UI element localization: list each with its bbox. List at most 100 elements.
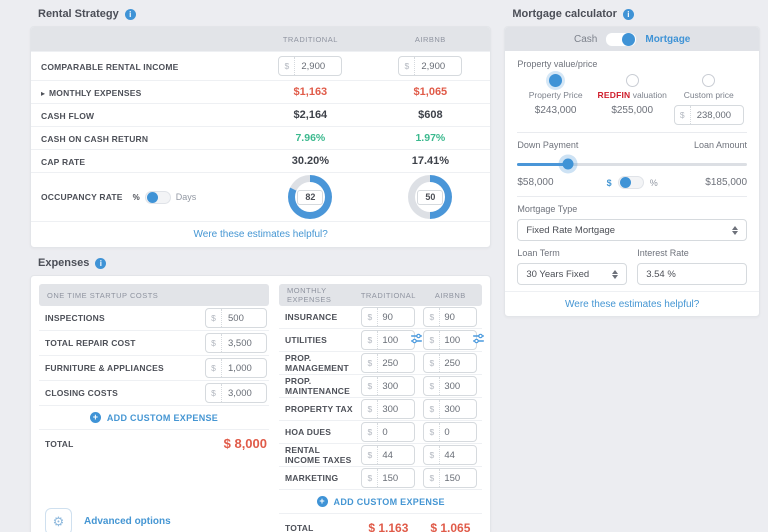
currency-prefix: $	[206, 309, 222, 327]
left-column: Rental Strategy TRADITIONAL AIRBNB COMPA…	[30, 6, 491, 532]
rental-income-airbnb-input[interactable]: $ 2,900	[398, 56, 462, 76]
expenses-title-text: Expenses	[38, 257, 89, 269]
percent-days-toggle[interactable]	[145, 191, 171, 204]
info-icon[interactable]	[125, 9, 136, 20]
radio-redfin-valuation[interactable]	[626, 74, 639, 87]
days-label: Days	[176, 192, 197, 202]
hoa-dues-traditional-input[interactable]: $0	[361, 422, 415, 442]
loan-term-select[interactable]: 30 Years Fixed	[517, 263, 627, 285]
gear-button[interactable]	[45, 508, 72, 532]
inspections-input[interactable]: $ 500	[205, 308, 267, 328]
row-label: OCCUPANCY RATE	[41, 192, 123, 202]
startup-costs-table: ONE TIME STARTUP COSTS INSPECTIONS $ 500…	[39, 284, 269, 532]
insurance-airbnb-input[interactable]: $90	[423, 307, 477, 327]
estimates-helpful-link[interactable]: Were these estimates helpful?	[565, 299, 699, 310]
mortgage-label[interactable]: Mortgage	[645, 34, 690, 45]
cash-flow-airbnb: $608	[418, 109, 442, 121]
hoa-dues-airbnb-input[interactable]: $0	[423, 422, 477, 442]
currency-prefix: $	[206, 334, 222, 352]
marketing-traditional-input[interactable]: $150	[361, 468, 415, 488]
interest-rate-input[interactable]: 3.54 %	[637, 263, 747, 285]
prop-maintenance-traditional-input[interactable]: $300	[361, 376, 415, 396]
cap-rate-traditional: 30.20%	[292, 155, 329, 167]
plus-icon	[90, 412, 101, 423]
row-label: COMPARABLE RENTAL INCOME	[41, 62, 179, 72]
table-row: FURNITURE & APPLIANCES $ 1,000	[39, 356, 269, 381]
cash-label[interactable]: Cash	[574, 34, 597, 45]
occupancy-traditional-input[interactable]: 82	[297, 190, 323, 205]
monthly-expenses-traditional: $1,163	[294, 86, 328, 98]
furniture-input[interactable]: $ 1,000	[205, 358, 267, 378]
column-header-traditional: TRADITIONAL	[250, 35, 370, 44]
column-header-traditional: TRADITIONAL	[358, 291, 418, 300]
radio-property-price[interactable]	[549, 74, 562, 87]
sliders-icon[interactable]	[473, 333, 484, 344]
occupancy-airbnb-input[interactable]: 50	[417, 190, 443, 205]
currency-prefix: $	[279, 57, 295, 75]
row-label: CASH FLOW	[41, 111, 94, 121]
marketing-airbnb-input[interactable]: $150	[423, 468, 477, 488]
estimates-helpful-link[interactable]: Were these estimates helpful?	[194, 229, 328, 240]
monthly-total-row: TOTAL $ 1,163 $ 1,065	[279, 513, 482, 532]
occupancy-row: OCCUPANCY RATE % Days 82	[31, 172, 490, 221]
property-options: Property Price $243,000 REDFIN valuation…	[517, 74, 747, 125]
table-row: RENTAL INCOME TAXES $44 $44	[279, 444, 482, 467]
loan-amount-value: $185,000	[658, 177, 747, 188]
monthly-expenses-table: MONTHLY EXPENSES TRADITIONAL AIRBNB INSU…	[279, 284, 482, 532]
rental-strategy-footer: Were these estimates helpful?	[31, 221, 490, 247]
percent-label: %	[133, 193, 140, 202]
slider-handle[interactable]	[562, 159, 573, 170]
coc-return-airbnb: 1.97%	[415, 132, 445, 144]
gear-icon	[53, 515, 65, 528]
info-icon[interactable]	[95, 258, 106, 269]
add-custom-expense-button[interactable]: ADD CUSTOM EXPENSE	[279, 490, 482, 513]
plus-icon	[317, 496, 328, 507]
table-row[interactable]: MONTHLY EXPENSES $1,163 $1,065	[31, 80, 490, 103]
dollar-unit-label[interactable]: $	[607, 178, 612, 188]
add-custom-expense-button[interactable]: ADD CUSTOM EXPENSE	[39, 406, 269, 429]
prop-management-traditional-input[interactable]: $250	[361, 353, 415, 373]
info-icon[interactable]	[623, 9, 634, 20]
utilities-traditional-input[interactable]: $100	[361, 330, 415, 350]
prop-management-airbnb-input[interactable]: $250	[423, 353, 477, 373]
mortgage-footer: Were these estimates helpful?	[505, 291, 759, 316]
rental-income-traditional-input[interactable]: $ 2,900	[278, 56, 342, 76]
prop-maintenance-airbnb-input[interactable]: $300	[423, 376, 477, 396]
percent-unit-label[interactable]: %	[650, 178, 658, 188]
rental-strategy-title: Rental Strategy	[38, 8, 491, 20]
property-tax-traditional-input[interactable]: $300	[361, 399, 415, 419]
divider	[517, 196, 747, 197]
updown-icon	[612, 270, 618, 279]
rental-taxes-airbnb-input[interactable]: $44	[423, 445, 477, 465]
mortgage-type-select[interactable]: Fixed Rate Mortgage	[517, 219, 747, 241]
table-row: PROP. MAINTENANCE $300 $300	[279, 375, 482, 398]
startup-costs-header: ONE TIME STARTUP COSTS	[39, 284, 269, 306]
table-row: CLOSING COSTS $ 3,000	[39, 381, 269, 406]
mortgage-calculator-title: Mortgage calculator	[512, 8, 760, 20]
currency-prefix: $	[399, 57, 415, 75]
insurance-traditional-input[interactable]: $90	[361, 307, 415, 327]
expand-icon	[41, 89, 45, 98]
rental-strategy-card: TRADITIONAL AIRBNB COMPARABLE RENTAL INC…	[30, 26, 491, 248]
startup-total-row: TOTAL $ 8,000	[39, 429, 269, 457]
page: Rental Strategy TRADITIONAL AIRBNB COMPA…	[0, 0, 768, 532]
property-tax-airbnb-input[interactable]: $300	[423, 399, 477, 419]
radio-custom-price[interactable]	[702, 74, 715, 87]
cash-mortgage-toggle[interactable]	[605, 32, 637, 47]
utilities-airbnb-input[interactable]: $100	[423, 330, 477, 350]
property-value-label: Property value/price	[517, 59, 747, 69]
slider-fill	[517, 163, 568, 166]
rental-taxes-traditional-input[interactable]: $44	[361, 445, 415, 465]
repair-cost-input[interactable]: $ 3,500	[205, 333, 267, 353]
redfin-logo: REDFIN	[598, 90, 631, 100]
custom-price-input[interactable]: $ 238,000	[674, 105, 744, 125]
table-row: COMPARABLE RENTAL INCOME $ 2,900 $ 2,900	[31, 51, 490, 80]
loan-amount-label: Loan Amount	[694, 140, 747, 150]
closing-costs-input[interactable]: $ 3,000	[205, 383, 267, 403]
dollar-percent-toggle[interactable]	[618, 176, 644, 189]
advanced-options-button[interactable]: Advanced options	[45, 508, 171, 532]
down-payment-slider[interactable]	[517, 158, 747, 170]
table-row: HOA DUES $0 $0	[279, 421, 482, 444]
property-price-value: $243,000	[535, 105, 577, 116]
monthly-expenses-header: MONTHLY EXPENSES TRADITIONAL AIRBNB	[279, 284, 482, 306]
